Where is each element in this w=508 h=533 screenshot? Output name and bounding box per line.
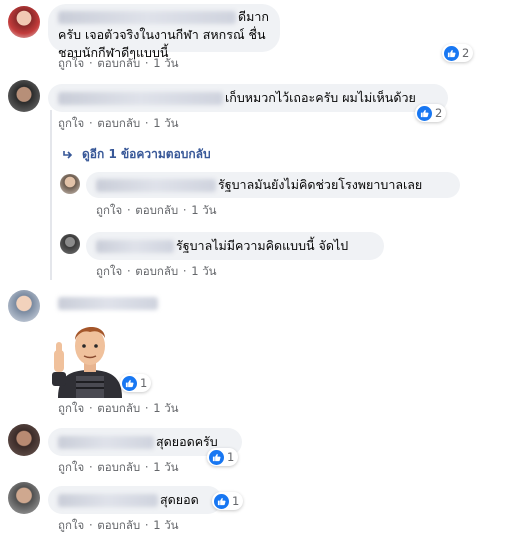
like-reaction-icon — [417, 105, 432, 121]
reply-link[interactable]: ตอบกลับ — [97, 460, 140, 474]
reaction-count-text: 1 — [232, 494, 240, 508]
view-more-replies-link[interactable]: ดูอีก 1 ข้อความตอบกลับ — [62, 145, 211, 164]
commenter-name[interactable] — [58, 436, 154, 449]
comment-actions: ถูกใจ · ตอบกลับ · 1 วัน — [58, 400, 180, 418]
comment-actions: ถูกใจ · ตอบกลับ · 1 วัน — [58, 517, 180, 533]
reply-link[interactable]: ตอบกลับ — [97, 518, 140, 532]
timestamp[interactable]: 1 วัน — [153, 460, 178, 474]
like-link[interactable]: ถูกใจ — [96, 264, 122, 278]
separator: · — [144, 401, 149, 415]
like-link[interactable]: ถูกใจ — [96, 203, 122, 217]
avatar[interactable] — [8, 482, 40, 514]
replier-name[interactable] — [96, 240, 174, 253]
reply-arrow-icon — [63, 150, 73, 159]
reply-bubble: รัฐบาลไม่มีความคิดแบบนี้ จัดไป — [86, 232, 384, 260]
separator: · — [144, 518, 149, 532]
comment-actions: ถูกใจ · ตอบกลับ · 1 วัน — [58, 115, 180, 133]
timestamp[interactable]: 1 วัน — [153, 518, 178, 532]
sticker-image — [50, 316, 130, 398]
reply-link[interactable]: ตอบกลับ — [97, 401, 140, 415]
commenter-name[interactable] — [58, 494, 158, 507]
separator: · — [182, 264, 187, 278]
reply-text: รัฐบาลมันยังไม่คิดช่วยโรงพยาบาลเลย — [218, 177, 423, 192]
like-link[interactable]: ถูกใจ — [58, 460, 84, 474]
comment-actions: ถูกใจ · ตอบกลับ · 1 วัน — [58, 459, 180, 477]
comment-bubble: ดีมากครับ เจอตัวจริงในงานกีฬา สหกรณ์ ชื่… — [48, 4, 280, 60]
replier-name[interactable] — [96, 179, 216, 192]
reply-actions: ถูกใจ · ตอบกลับ · 1 วัน — [96, 263, 218, 281]
comment-bubble: เก็บหมวกไว้เถอะครับ ผมไม่เห็นด้วย — [48, 84, 448, 112]
like-link[interactable]: ถูกใจ — [58, 401, 84, 415]
like-reaction-icon — [444, 45, 459, 61]
reply-link[interactable]: ตอบกลับ — [135, 264, 178, 278]
separator: · — [144, 56, 149, 70]
like-reaction-icon — [214, 493, 229, 509]
avatar[interactable] — [60, 174, 80, 194]
reply-text: รัฐบาลไม่มีความคิดแบบนี้ จัดไป — [176, 238, 349, 253]
reaction-count[interactable]: 1 — [207, 448, 239, 466]
separator: · — [144, 116, 149, 130]
reaction-count-text: 2 — [435, 106, 443, 120]
reply-link[interactable]: ตอบกลับ — [97, 56, 140, 70]
timestamp[interactable]: 1 วัน — [153, 116, 178, 130]
reply-link[interactable]: ตอบกลับ — [97, 116, 140, 130]
commenter-name[interactable] — [58, 297, 158, 310]
timestamp[interactable]: 1 วัน — [153, 401, 178, 415]
timestamp[interactable]: 1 วัน — [191, 264, 216, 278]
like-link[interactable]: ถูกใจ — [58, 518, 84, 532]
comment-bubble: สุดยอด — [48, 486, 222, 514]
avatar[interactable] — [60, 234, 80, 254]
reaction-count[interactable]: 1 — [212, 492, 244, 510]
separator: · — [88, 518, 93, 532]
reply-link[interactable]: ตอบกลับ — [135, 203, 178, 217]
like-link[interactable]: ถูกใจ — [58, 56, 84, 70]
avatar[interactable] — [8, 6, 40, 38]
separator: · — [88, 460, 93, 474]
comment-actions: ถูกใจ · ตอบกลับ · 1 วัน — [58, 55, 180, 73]
reaction-count[interactable]: 2 — [415, 104, 447, 122]
separator: · — [126, 264, 131, 278]
separator: · — [144, 460, 149, 474]
avatar[interactable] — [8, 290, 40, 322]
avatar[interactable] — [8, 80, 40, 112]
commenter-name[interactable] — [58, 92, 223, 105]
comment-text: สุดยอด — [160, 492, 199, 507]
reaction-count-text: 2 — [462, 46, 470, 60]
reaction-count[interactable]: 2 — [442, 44, 474, 62]
separator: · — [88, 401, 93, 415]
separator: · — [88, 56, 93, 70]
like-link[interactable]: ถูกใจ — [58, 116, 84, 130]
reply-thread-line — [50, 110, 52, 280]
view-more-replies-text: ดูอีก 1 ข้อความตอบกลับ — [82, 147, 211, 161]
reaction-count[interactable]: 1 — [120, 374, 152, 392]
comment-text: เก็บหมวกไว้เถอะครับ ผมไม่เห็นด้วย — [225, 90, 416, 105]
reply-actions: ถูกใจ · ตอบกลับ · 1 วัน — [96, 202, 218, 220]
separator: · — [88, 116, 93, 130]
separator: · — [126, 203, 131, 217]
timestamp[interactable]: 1 วัน — [191, 203, 216, 217]
like-reaction-icon — [209, 449, 224, 465]
comment-text: สุดยอดครับ — [156, 434, 218, 449]
reply-bubble: รัฐบาลมันยังไม่คิดช่วยโรงพยาบาลเลย — [86, 172, 460, 198]
reaction-count-text: 1 — [227, 450, 235, 464]
timestamp[interactable]: 1 วัน — [153, 56, 178, 70]
separator: · — [182, 203, 187, 217]
reaction-count-text: 1 — [140, 376, 148, 390]
commenter-name[interactable] — [58, 11, 236, 24]
avatar[interactable] — [8, 424, 40, 456]
like-reaction-icon — [122, 375, 137, 391]
